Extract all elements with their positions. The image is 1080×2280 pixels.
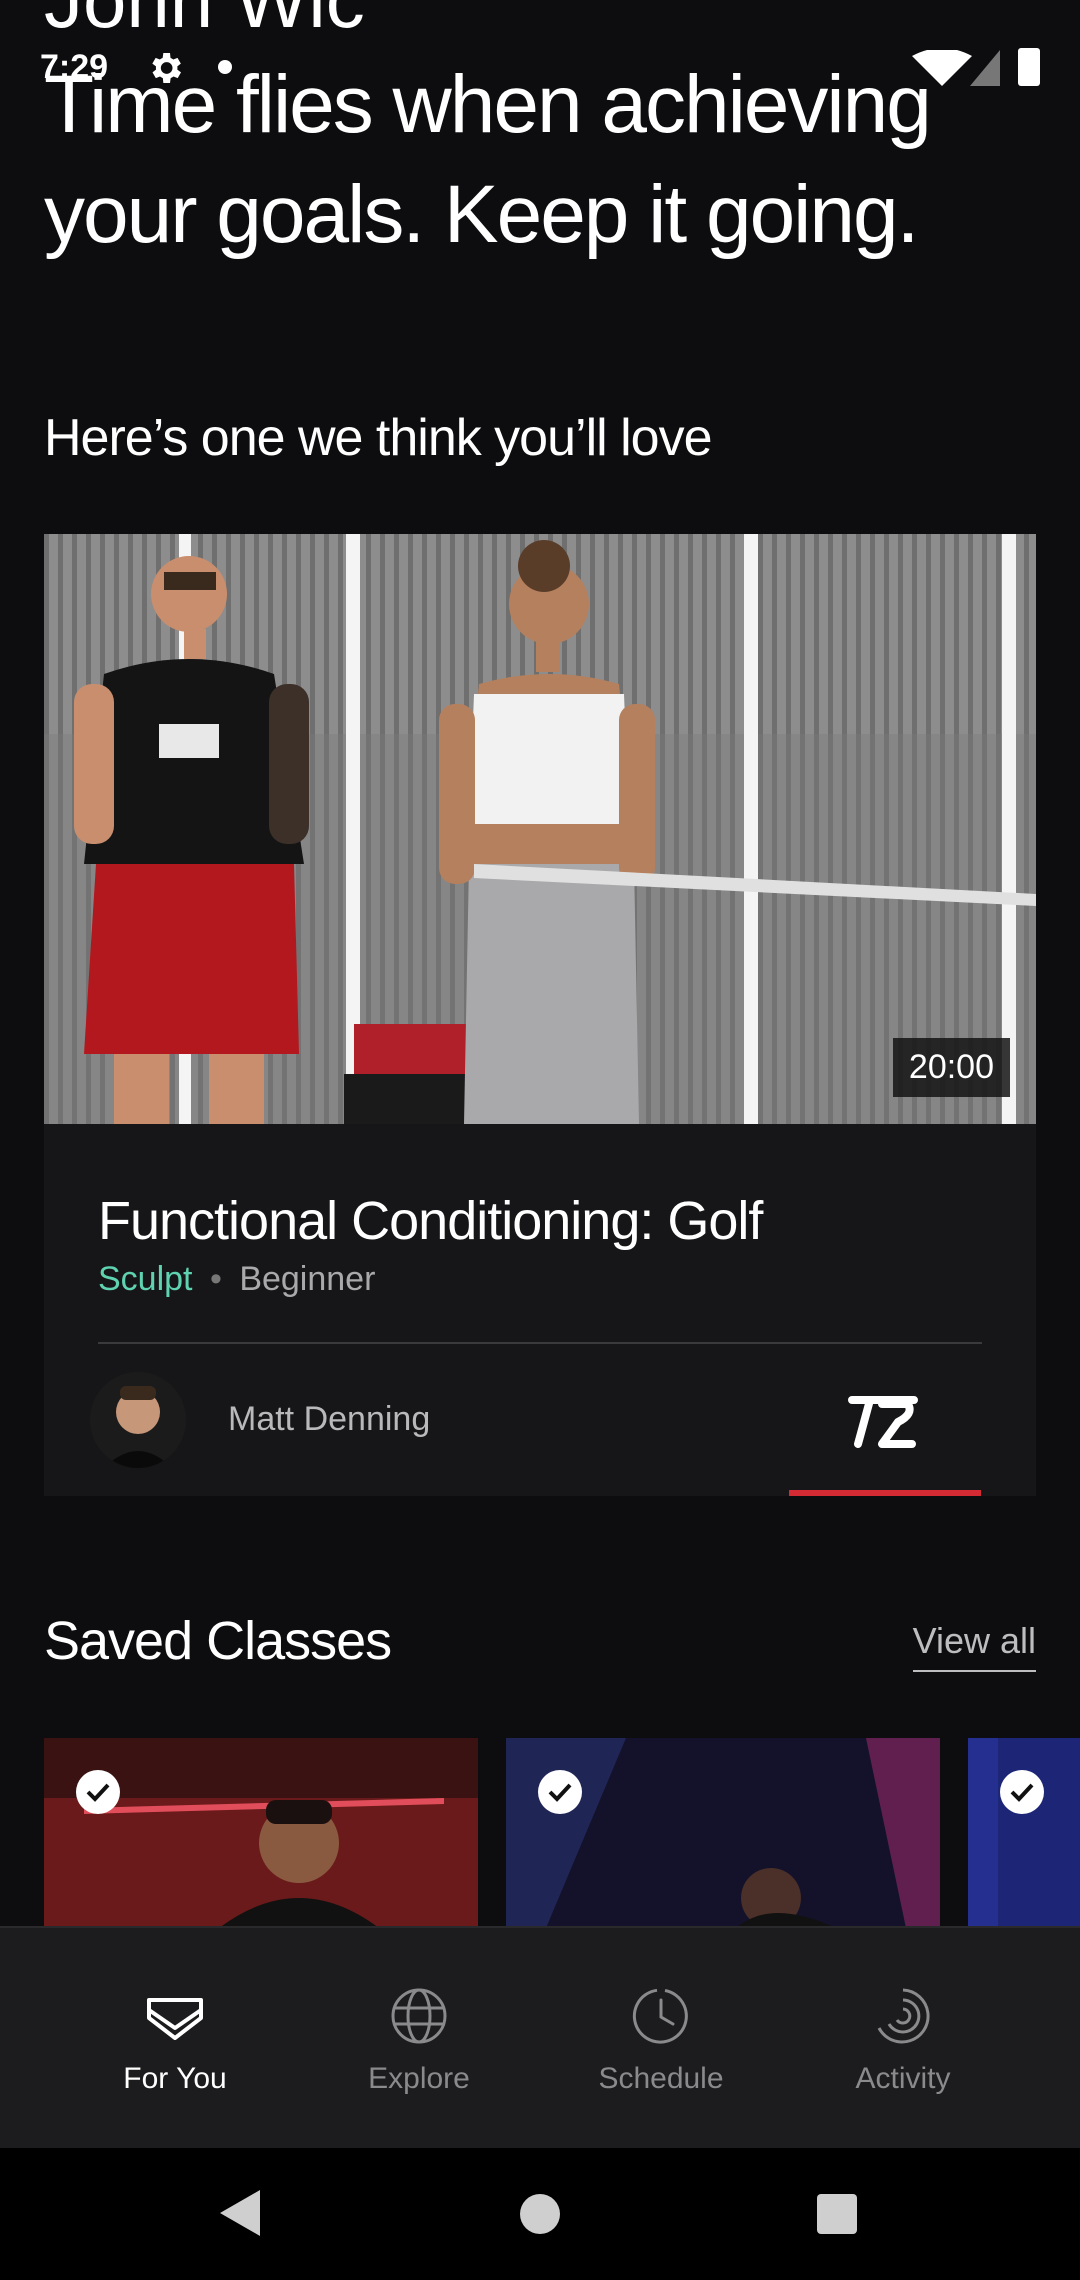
saved-class-card[interactable] bbox=[968, 1738, 1080, 1928]
saved-class-thumbnail bbox=[506, 1738, 940, 1928]
tb12-logo-icon bbox=[848, 1396, 918, 1448]
nav-item-schedule[interactable]: Schedule bbox=[540, 1984, 782, 2124]
home-icon[interactable] bbox=[520, 2194, 560, 2234]
system-navigation-bar bbox=[0, 2148, 1080, 2280]
wifi-icon bbox=[912, 50, 972, 86]
cell-signal-icon bbox=[970, 50, 1000, 86]
meta-separator: • bbox=[209, 1260, 222, 1298]
bottom-navigation: For You Explore Schedule Activity bbox=[0, 1926, 1080, 2148]
recommendation-heading: Here’s one we think you’ll love bbox=[44, 409, 713, 467]
saved-class-thumbnail bbox=[968, 1738, 1080, 1928]
saved-classes-heading: Saved Classes bbox=[44, 1611, 392, 1671]
recommended-class-card[interactable]: 20:00 Functional Conditioning: Golf Scul… bbox=[44, 534, 1036, 1496]
recents-icon[interactable] bbox=[817, 2194, 857, 2234]
nav-label-activity: Activity bbox=[855, 2062, 951, 2095]
saved-class-card[interactable] bbox=[506, 1738, 940, 1928]
status-time: 7:29 bbox=[40, 48, 109, 86]
battery-icon bbox=[1018, 48, 1040, 86]
instructor-name: Matt Denning bbox=[228, 1400, 431, 1438]
nav-label-for-you: For You bbox=[123, 2062, 227, 2095]
saved-check-icon[interactable] bbox=[76, 1770, 120, 1814]
class-thumbnail[interactable]: 20:00 bbox=[44, 534, 1036, 1124]
class-level: Beginner bbox=[239, 1260, 376, 1298]
view-all-link[interactable]: View all bbox=[912, 1620, 1036, 1672]
nav-item-activity[interactable]: Activity bbox=[782, 1984, 1024, 2124]
nav-label-explore: Explore bbox=[368, 2062, 470, 2095]
activity-rings-icon bbox=[877, 1988, 930, 2044]
nav-item-for-you[interactable]: For You bbox=[54, 1984, 296, 2124]
instructor-avatar bbox=[90, 1372, 186, 1468]
saved-check-icon[interactable] bbox=[538, 1770, 582, 1814]
globe-icon bbox=[391, 1988, 447, 2044]
card-divider bbox=[98, 1342, 982, 1344]
for-you-icon bbox=[147, 1998, 203, 2040]
class-meta: Sculpt • Beginner bbox=[98, 1260, 375, 1299]
class-category: Sculpt bbox=[98, 1260, 193, 1298]
saved-class-card[interactable] bbox=[44, 1738, 478, 1928]
notification-dot-icon bbox=[218, 60, 232, 74]
brand-accent-underline bbox=[789, 1490, 981, 1496]
status-bar: 7:29 bbox=[0, 0, 1080, 130]
settings-gear-icon bbox=[152, 53, 181, 83]
duration-badge: 20:00 bbox=[892, 1038, 1010, 1097]
clock-icon bbox=[632, 1988, 688, 2044]
class-thumbnail-image bbox=[44, 534, 1036, 1124]
nav-item-explore[interactable]: Explore bbox=[298, 1984, 540, 2124]
class-title: Functional Conditioning: Golf bbox=[98, 1191, 763, 1251]
saved-class-thumbnail bbox=[44, 1738, 478, 1928]
saved-check-icon[interactable] bbox=[1000, 1770, 1044, 1814]
nav-label-schedule: Schedule bbox=[598, 2062, 724, 2095]
back-icon[interactable] bbox=[218, 2188, 262, 2238]
